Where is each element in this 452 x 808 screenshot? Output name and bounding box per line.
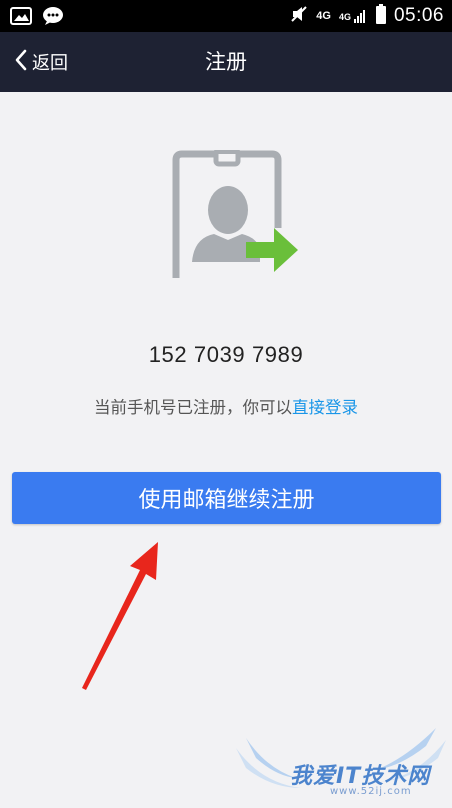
continue-with-email-button[interactable]: 使用邮箱继续注册 — [12, 472, 441, 524]
nav-header: 返回 注册 — [0, 32, 452, 92]
status-time: 05:06 — [393, 5, 444, 26]
signal-icon: 4G — [339, 9, 368, 23]
battery-icon — [375, 4, 386, 28]
chat-bubble-icon — [42, 6, 64, 30]
network-type-2: 4G — [338, 12, 351, 22]
mute-icon — [290, 5, 308, 27]
registered-hint: 当前手机号已注册，你可以直接登录 — [0, 394, 452, 418]
status-bar: 4G 4G 05:06 — [0, 0, 452, 32]
network-type-1: 4G — [316, 9, 331, 22]
gallery-icon — [10, 7, 32, 29]
page-title: 注册 — [205, 50, 247, 74]
direct-login-link[interactable]: 直接登录 — [292, 398, 358, 417]
watermark-url: www.52ij.com — [330, 786, 412, 797]
hint-text: 当前手机号已注册，你可以 — [94, 398, 292, 417]
account-exists-illustration — [168, 147, 300, 286]
phone-number: 152 7039 7989 — [148, 342, 304, 367]
